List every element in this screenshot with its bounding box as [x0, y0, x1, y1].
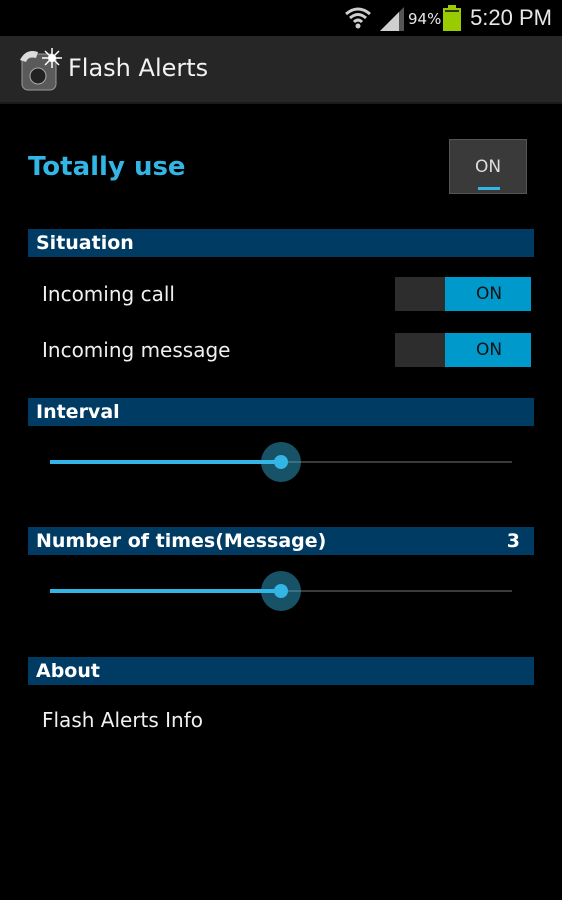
signal-icon: [380, 7, 404, 31]
totally-use-toggle[interactable]: ON: [449, 139, 527, 194]
section-title: Situation: [36, 232, 134, 254]
wifi-icon: [345, 7, 371, 29]
switch-state-label: ON: [475, 340, 503, 360]
section-title: Number of times(Message): [36, 530, 327, 552]
battery-percentage: 94%: [408, 10, 442, 28]
flash-alerts-info-item[interactable]: Flash Alerts Info: [42, 708, 203, 732]
number-of-times-section-header: Number of times(Message) 3: [28, 527, 534, 555]
app-title: Flash Alerts: [68, 54, 209, 82]
incoming-message-label: Incoming message: [42, 338, 231, 362]
section-title: Interval: [36, 401, 120, 423]
switch-state-label: ON: [475, 284, 503, 304]
incoming-call-switch[interactable]: ON: [395, 277, 531, 311]
slider-fill: [50, 589, 281, 593]
slider-thumb[interactable]: [274, 584, 288, 598]
slider-fill: [50, 460, 281, 464]
incoming-call-label: Incoming call: [42, 282, 175, 306]
totally-use-label: Totally use: [28, 152, 186, 182]
toggle-state-label: ON: [474, 157, 502, 177]
interval-section-header: Interval: [28, 398, 534, 426]
status-bar: 94% 5:20 PM: [0, 0, 562, 36]
action-bar: Flash Alerts: [0, 36, 562, 104]
interval-slider[interactable]: [50, 442, 512, 482]
number-of-times-slider[interactable]: [50, 571, 512, 611]
about-section-header: About: [28, 657, 534, 685]
toggle-indicator: [478, 187, 500, 190]
incoming-message-switch[interactable]: ON: [395, 333, 531, 367]
status-time: 5:20 PM: [470, 5, 552, 30]
section-title: About: [36, 660, 100, 682]
situation-section-header: Situation: [28, 229, 534, 257]
flash-phone-app-icon[interactable]: [16, 46, 64, 92]
number-of-times-value: 3: [506, 530, 520, 552]
battery-icon: [443, 5, 461, 31]
slider-thumb[interactable]: [274, 455, 288, 469]
